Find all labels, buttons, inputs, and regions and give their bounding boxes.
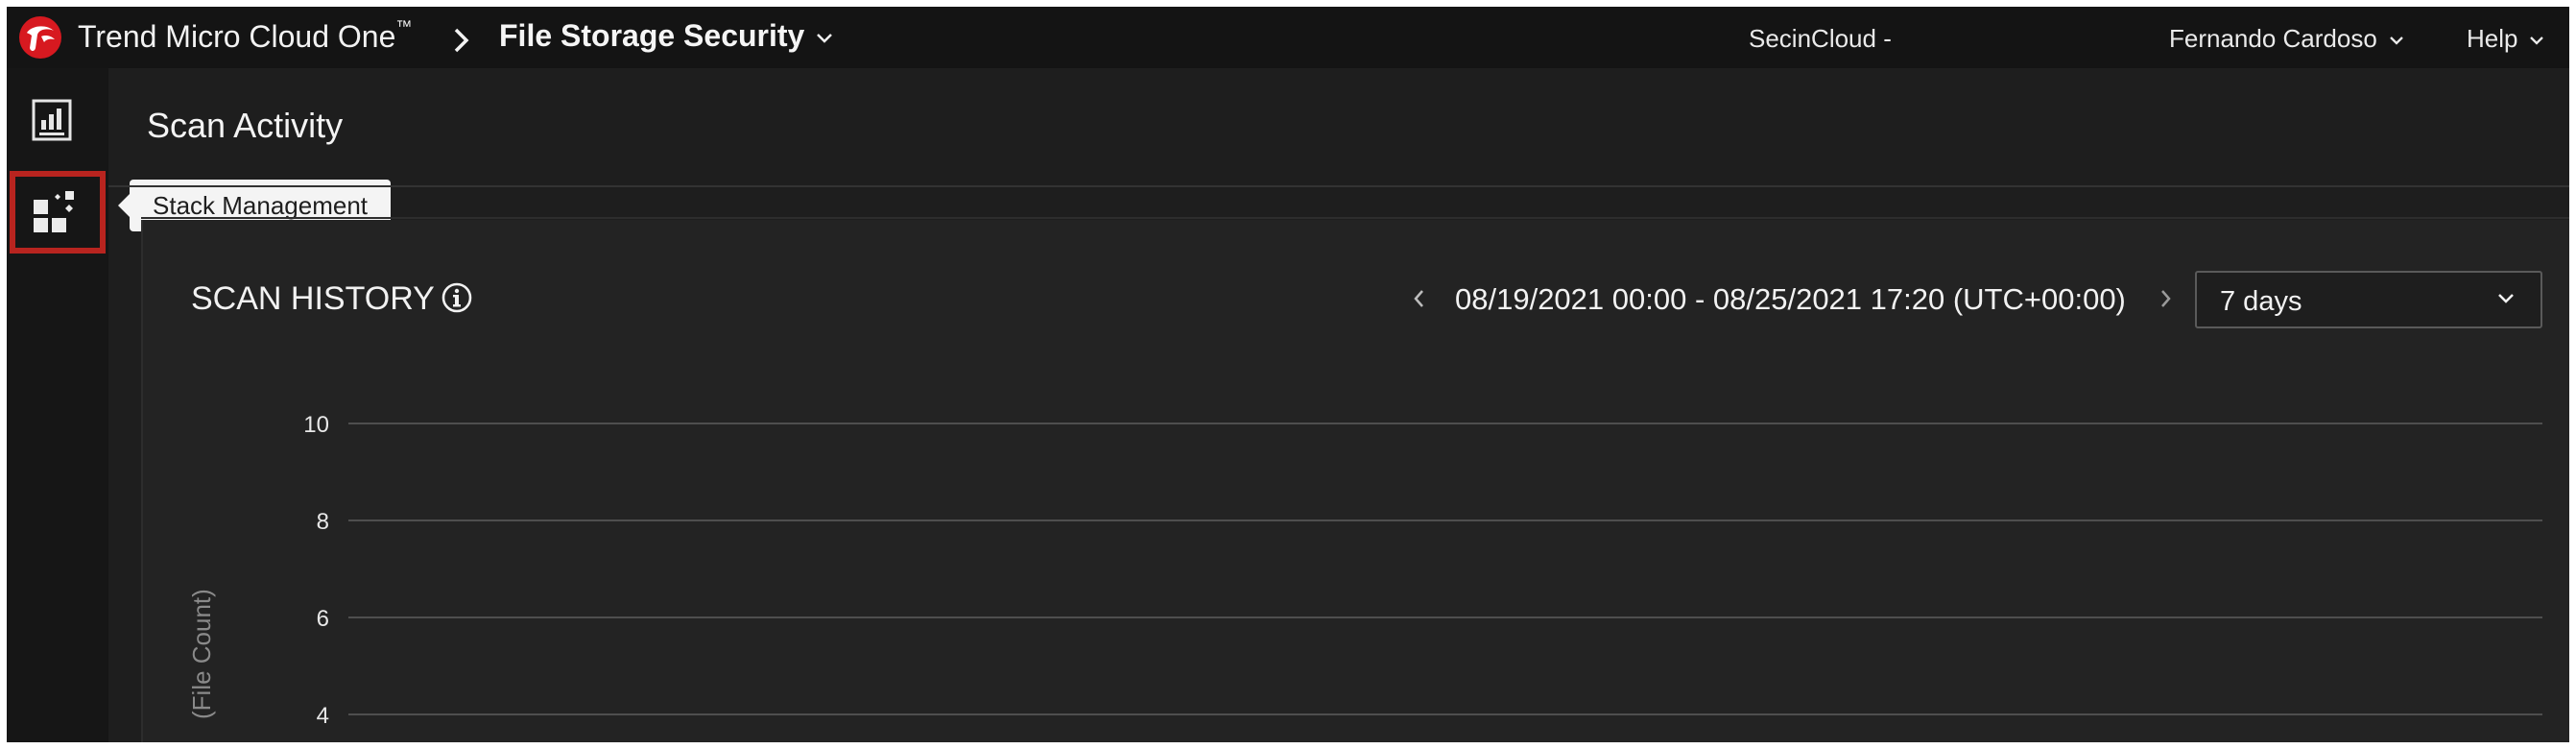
chart-y-tick-label: 8 <box>317 509 329 535</box>
chart-y-tick-label: 10 <box>303 412 329 438</box>
stack-management-icon <box>34 191 74 232</box>
brand-name: Trend Micro Cloud One™ <box>78 17 413 54</box>
chart-y-axis-label: (File Count) <box>187 589 216 719</box>
app-window: Trend Micro Cloud One™ File Storage Secu… <box>7 7 2569 742</box>
side-nav <box>7 68 108 742</box>
product-switcher[interactable]: File Storage Security <box>499 18 833 54</box>
trend-micro-logo-icon[interactable] <box>18 15 62 60</box>
next-range-icon[interactable] <box>2157 287 2174 310</box>
dashboard-chart-icon <box>32 99 72 141</box>
scan-history-card: 10 8 6 4 (File Count) SCAN HISTORY 08/19/20… <box>141 220 2569 742</box>
period-select[interactable]: 7 days <box>2195 271 2542 328</box>
chart-y-tick-label: 6 <box>317 606 329 632</box>
top-bar: Trend Micro Cloud One™ File Storage Secu… <box>7 7 2569 68</box>
divider <box>108 185 2569 187</box>
chevron-down-icon <box>2530 36 2544 45</box>
page-title: Scan Activity <box>147 106 344 145</box>
chevron-down-icon <box>2498 294 2514 303</box>
user-menu[interactable]: Fernando Cardoso <box>2169 24 2404 54</box>
nav-scan-activity[interactable] <box>7 80 108 168</box>
scan-history-title: SCAN HISTORY <box>191 280 435 317</box>
nav-stack-management[interactable] <box>7 169 108 257</box>
period-select-value: 7 days <box>2220 286 2302 317</box>
chevron-down-icon <box>817 33 833 43</box>
info-icon[interactable] <box>441 281 473 314</box>
chart-y-tick-label: 4 <box>317 703 329 729</box>
chevron-right-icon <box>454 28 469 53</box>
previous-range-icon[interactable] <box>1411 287 1428 310</box>
date-range: 08/19/2021 00:00 - 08/25/2021 17:20 (UTC… <box>1455 282 2126 316</box>
help-menu[interactable]: Help <box>2467 24 2544 54</box>
divider <box>141 217 2569 219</box>
account-name: SecinCloud - <box>1749 24 1892 53</box>
chevron-down-icon <box>2389 36 2403 45</box>
